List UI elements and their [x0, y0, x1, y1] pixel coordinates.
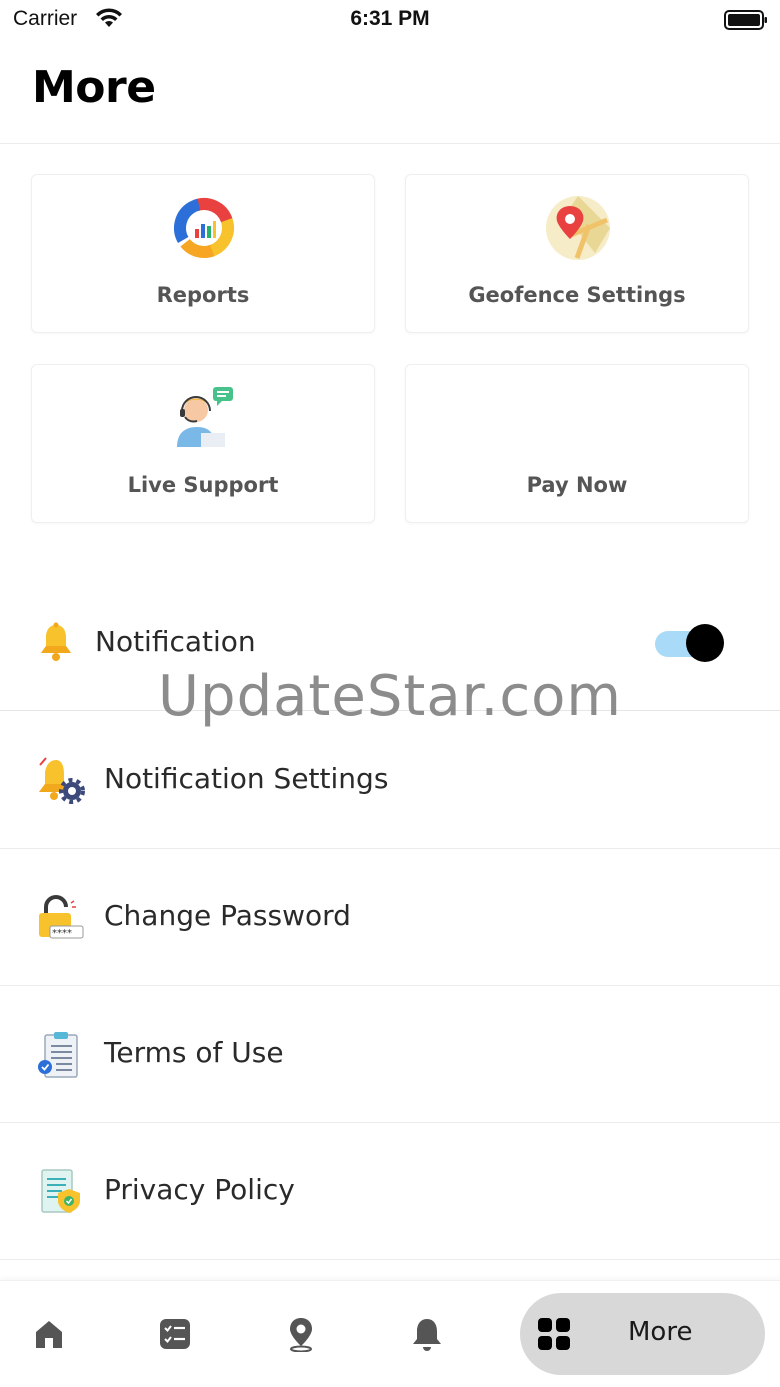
terms-of-use-row[interactable]: Terms of Use [0, 986, 780, 1123]
privacy-policy-row[interactable]: Privacy Policy [0, 1123, 780, 1260]
bell-icon [41, 622, 71, 661]
notification-label: Notification [95, 625, 256, 658]
geofence-settings-label: Geofence Settings [468, 283, 686, 307]
tab-more-label: More [628, 1317, 693, 1347]
clipboard-icon [38, 1032, 78, 1078]
live-support-tile[interactable]: Live Support [31, 364, 375, 523]
privacy-policy-label: Privacy Policy [104, 1173, 295, 1206]
svg-text:****: **** [52, 928, 72, 939]
grid-icon [538, 1318, 570, 1350]
title-divider [0, 143, 780, 144]
reports-tile[interactable]: Reports [31, 174, 375, 333]
home-icon[interactable] [32, 1316, 66, 1352]
clock: 6:31 PM [350, 7, 430, 30]
tab-more[interactable]: More [520, 1293, 765, 1375]
notification-settings-label: Notification Settings [104, 762, 389, 795]
watermark: UpdateStar.com [158, 664, 622, 729]
page-title: More [32, 62, 156, 113]
support-agent-icon [177, 387, 233, 447]
location-pin-icon[interactable] [284, 1316, 318, 1352]
reports-chart-icon [174, 198, 234, 258]
notification-toggle-knob[interactable] [686, 624, 724, 662]
bell-icon[interactable] [410, 1316, 444, 1352]
pay-now-label: Pay Now [526, 473, 628, 497]
checklist-icon[interactable] [158, 1316, 192, 1352]
status-bar: Carrier 6:31 PM [0, 0, 780, 40]
notification-settings-row[interactable]: Notification Settings [0, 712, 780, 849]
bottom-tab-bar: More [0, 1280, 780, 1387]
bell-gear-icon [39, 757, 85, 804]
reports-label: Reports [156, 283, 250, 307]
terms-of-use-label: Terms of Use [104, 1036, 284, 1069]
padlock-icon: **** [39, 895, 84, 939]
battery-icon [724, 10, 767, 30]
live-support-label: Live Support [127, 473, 279, 497]
document-shield-icon [41, 1169, 80, 1213]
change-password-row[interactable]: **** Change Password [0, 849, 780, 986]
change-password-label: Change Password [104, 899, 351, 932]
geofence-settings-tile[interactable]: Geofence Settings [405, 174, 749, 333]
pay-now-tile[interactable]: Pay Now [405, 364, 749, 523]
map-pin-icon [546, 196, 610, 260]
